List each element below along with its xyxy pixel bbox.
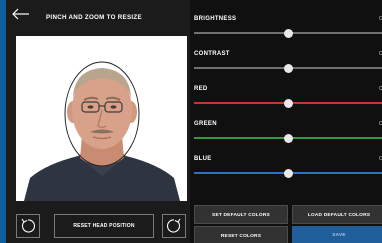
slider-thumb-brightness[interactable]	[283, 28, 293, 38]
slider-label-brightness: BRIGHTNESS	[194, 16, 237, 22]
slider-label-blue: BLUE	[194, 156, 212, 162]
slider-label-green: GREEN	[194, 121, 217, 127]
reset-colors-button[interactable]: RESET COLORS	[194, 226, 288, 243]
top-bar: PINCH AND ZOOM TO RESIZE	[6, 0, 190, 30]
rotate-left-button[interactable]	[16, 214, 40, 238]
slider-thumb-green[interactable]	[283, 133, 293, 143]
reset-head-position-button[interactable]: RESET HEAD POSITION	[54, 214, 154, 238]
set-default-colors-button[interactable]: SET DEFAULT COLORS	[194, 205, 288, 224]
slider-label-red: RED	[194, 86, 208, 92]
slider-label-contrast: CONTRAST	[194, 51, 230, 57]
photo-canvas[interactable]	[16, 36, 187, 201]
rotate-ccw-icon	[21, 218, 36, 233]
page-title: PINCH AND ZOOM TO RESIZE	[46, 14, 142, 21]
load-default-colors-button[interactable]: LOAD DEFAULT COLORS	[292, 205, 382, 224]
slider-thumb-red[interactable]	[283, 98, 293, 108]
slider-thumb-blue[interactable]	[283, 168, 293, 178]
slider-thumb-contrast[interactable]	[283, 63, 293, 73]
rotate-cw-icon	[166, 218, 181, 233]
photo-editor-window: PINCH AND ZOOM TO RESIZE RESET HEAD POSI…	[0, 0, 382, 243]
position-controls: RESET HEAD POSITION	[16, 214, 186, 241]
back-arrow-icon[interactable]	[12, 8, 30, 20]
rotate-right-button[interactable]	[162, 214, 186, 238]
photo-panel: PINCH AND ZOOM TO RESIZE RESET HEAD POSI…	[6, 0, 190, 243]
save-button[interactable]: SAVE	[292, 226, 382, 243]
portrait-photo	[16, 36, 187, 201]
adjustments-panel: BRIGHTNESS C CONTRAST C RED C GREEN C BLUE C SET …	[190, 0, 382, 243]
